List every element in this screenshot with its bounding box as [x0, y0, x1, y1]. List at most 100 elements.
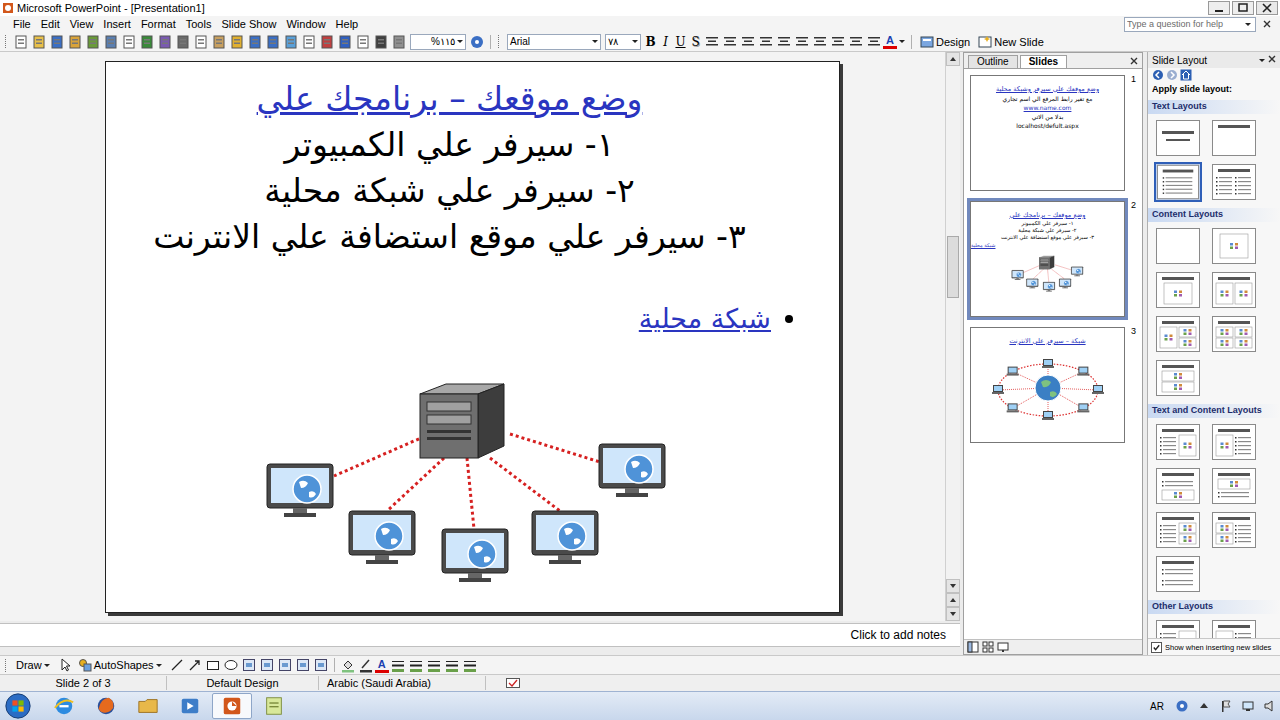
close-document-icon[interactable] [1262, 19, 1272, 29]
toolbar-grip[interactable] [498, 35, 502, 48]
toolbar-grip[interactable] [5, 659, 9, 672]
line-style-icon[interactable] [390, 657, 406, 673]
close-icon[interactable] [1256, 1, 1278, 15]
slide-line[interactable]: ٢- سيرفر علي شبكة محلية [264, 168, 635, 214]
font-color-button[interactable]: A [883, 34, 897, 49]
layout-option[interactable] [1154, 270, 1202, 310]
menu-item[interactable]: Help [331, 18, 364, 30]
save-icon[interactable] [49, 34, 65, 50]
menu-item[interactable]: File [8, 18, 36, 30]
language-indicator[interactable]: AR [1144, 701, 1170, 712]
print-preview-icon[interactable] [121, 34, 137, 50]
design-button[interactable]: Design [916, 35, 974, 49]
three-d-icon[interactable] [462, 657, 478, 673]
rtl-icon[interactable] [758, 34, 774, 50]
spelling-icon[interactable] [139, 34, 155, 50]
tables-borders-icon[interactable] [319, 34, 335, 50]
print-icon[interactable] [103, 34, 119, 50]
layout-option[interactable] [1210, 118, 1258, 158]
pane-tab[interactable]: Slides [1020, 55, 1067, 68]
slideshow-view-icon[interactable] [997, 641, 1009, 653]
scroll-up-icon[interactable] [946, 52, 960, 66]
slide-line[interactable]: ١- سيرفر علي الكمبيوتر [285, 122, 615, 168]
grayscale-icon[interactable] [391, 34, 407, 50]
oval-icon[interactable] [223, 657, 239, 673]
start-button-icon[interactable] [4, 692, 32, 720]
layout-option[interactable] [1210, 226, 1258, 266]
fill-color-icon[interactable] [340, 657, 356, 673]
diagram[interactable] [252, 374, 687, 584]
grow-font-icon[interactable] [812, 34, 828, 50]
dropdown-arrow-icon[interactable] [1259, 59, 1265, 62]
align-right-icon[interactable] [740, 34, 756, 50]
layout-option[interactable] [1154, 118, 1202, 158]
show-formatting-icon[interactable] [373, 34, 389, 50]
zoom-field[interactable]: %١١٥ [410, 34, 466, 50]
taskbar-app[interactable] [44, 693, 84, 719]
clip-art-icon[interactable] [295, 657, 311, 673]
wordart-icon[interactable] [259, 657, 275, 673]
redo-icon[interactable] [265, 34, 281, 50]
layout-option[interactable] [1154, 510, 1202, 550]
scroll-track[interactable] [946, 66, 960, 579]
volume-icon[interactable] [1263, 699, 1277, 713]
previous-slide-icon[interactable] [946, 593, 960, 607]
arrow-icon[interactable] [187, 657, 203, 673]
layout-option[interactable] [1210, 510, 1258, 550]
align-center-icon[interactable] [722, 34, 738, 50]
layout-option[interactable] [1154, 422, 1202, 462]
layout-option[interactable] [1210, 466, 1258, 506]
line-icon[interactable] [169, 657, 185, 673]
slide-thumbnail[interactable]: شبكة – سيرفر علي الانترنت [967, 324, 1128, 446]
diagram-icon[interactable] [277, 657, 293, 673]
scroll-down-icon[interactable] [946, 579, 960, 593]
dropdown-arrow-icon[interactable] [899, 40, 905, 43]
layout-option[interactable] [1154, 226, 1202, 266]
slide-thumbnail[interactable]: وضع موقعك – برنامجك علي ١- سيرفر علي الك… [967, 198, 1128, 320]
layout-option[interactable] [1210, 422, 1258, 462]
taskbar-app[interactable] [128, 693, 168, 719]
close-icon[interactable] [1267, 54, 1277, 64]
line-color-icon[interactable] [358, 657, 374, 673]
cut-icon[interactable] [175, 34, 191, 50]
notes-pane[interactable]: Click to add notes [0, 623, 960, 647]
layout-option[interactable] [1154, 162, 1202, 202]
shadow-button[interactable]: S [688, 35, 703, 49]
font-size-field[interactable]: ٧٨ [605, 34, 641, 50]
underline-button[interactable]: U [673, 35, 688, 49]
layout-option[interactable] [1210, 314, 1258, 354]
menu-item[interactable]: Edit [36, 18, 65, 30]
paste-icon[interactable] [211, 34, 227, 50]
open-icon[interactable] [31, 34, 47, 50]
home-icon[interactable] [1180, 69, 1192, 81]
normal-view-icon[interactable] [967, 641, 979, 653]
research-icon[interactable] [157, 34, 173, 50]
show-checkbox-row[interactable]: Show when inserting new slides [1148, 638, 1280, 655]
layout-option[interactable] [1210, 270, 1258, 310]
thumbnail-row[interactable]: وضع موقعك علي سيرفر وشبكة محلية مع تغير … [967, 72, 1142, 194]
slide-title[interactable]: وضع موقعك – برنامجك علي [257, 76, 643, 122]
menu-item[interactable]: Window [281, 18, 330, 30]
sorter-view-icon[interactable] [982, 641, 994, 653]
email-icon[interactable] [85, 34, 101, 50]
picture-icon[interactable] [313, 657, 329, 673]
copy-icon[interactable] [193, 34, 209, 50]
minimize-icon[interactable] [1208, 1, 1230, 15]
help-search[interactable]: Type a question for help [1124, 17, 1256, 32]
new-slide-button[interactable]: New Slide [974, 35, 1048, 49]
menu-item[interactable]: Format [136, 18, 181, 30]
shadow-icon[interactable] [444, 657, 460, 673]
increase-indent-icon[interactable] [866, 34, 882, 50]
hyperlink-icon[interactable] [337, 34, 353, 50]
menu-item[interactable]: View [65, 18, 99, 30]
autoshapes-button[interactable]: AutoShapes [74, 658, 168, 672]
taskbar-app[interactable] [254, 693, 294, 719]
layout-option[interactable] [1154, 618, 1202, 638]
undo-icon[interactable] [247, 34, 263, 50]
insert-chart-icon[interactable] [283, 34, 299, 50]
layout-option[interactable] [1210, 162, 1258, 202]
taskbar-app[interactable] [170, 693, 210, 719]
italic-button[interactable]: I [658, 35, 673, 49]
format-painter-icon[interactable] [229, 34, 245, 50]
thumbnail-row[interactable]: شبكة – سيرفر علي الانترنت 3 [967, 324, 1142, 446]
